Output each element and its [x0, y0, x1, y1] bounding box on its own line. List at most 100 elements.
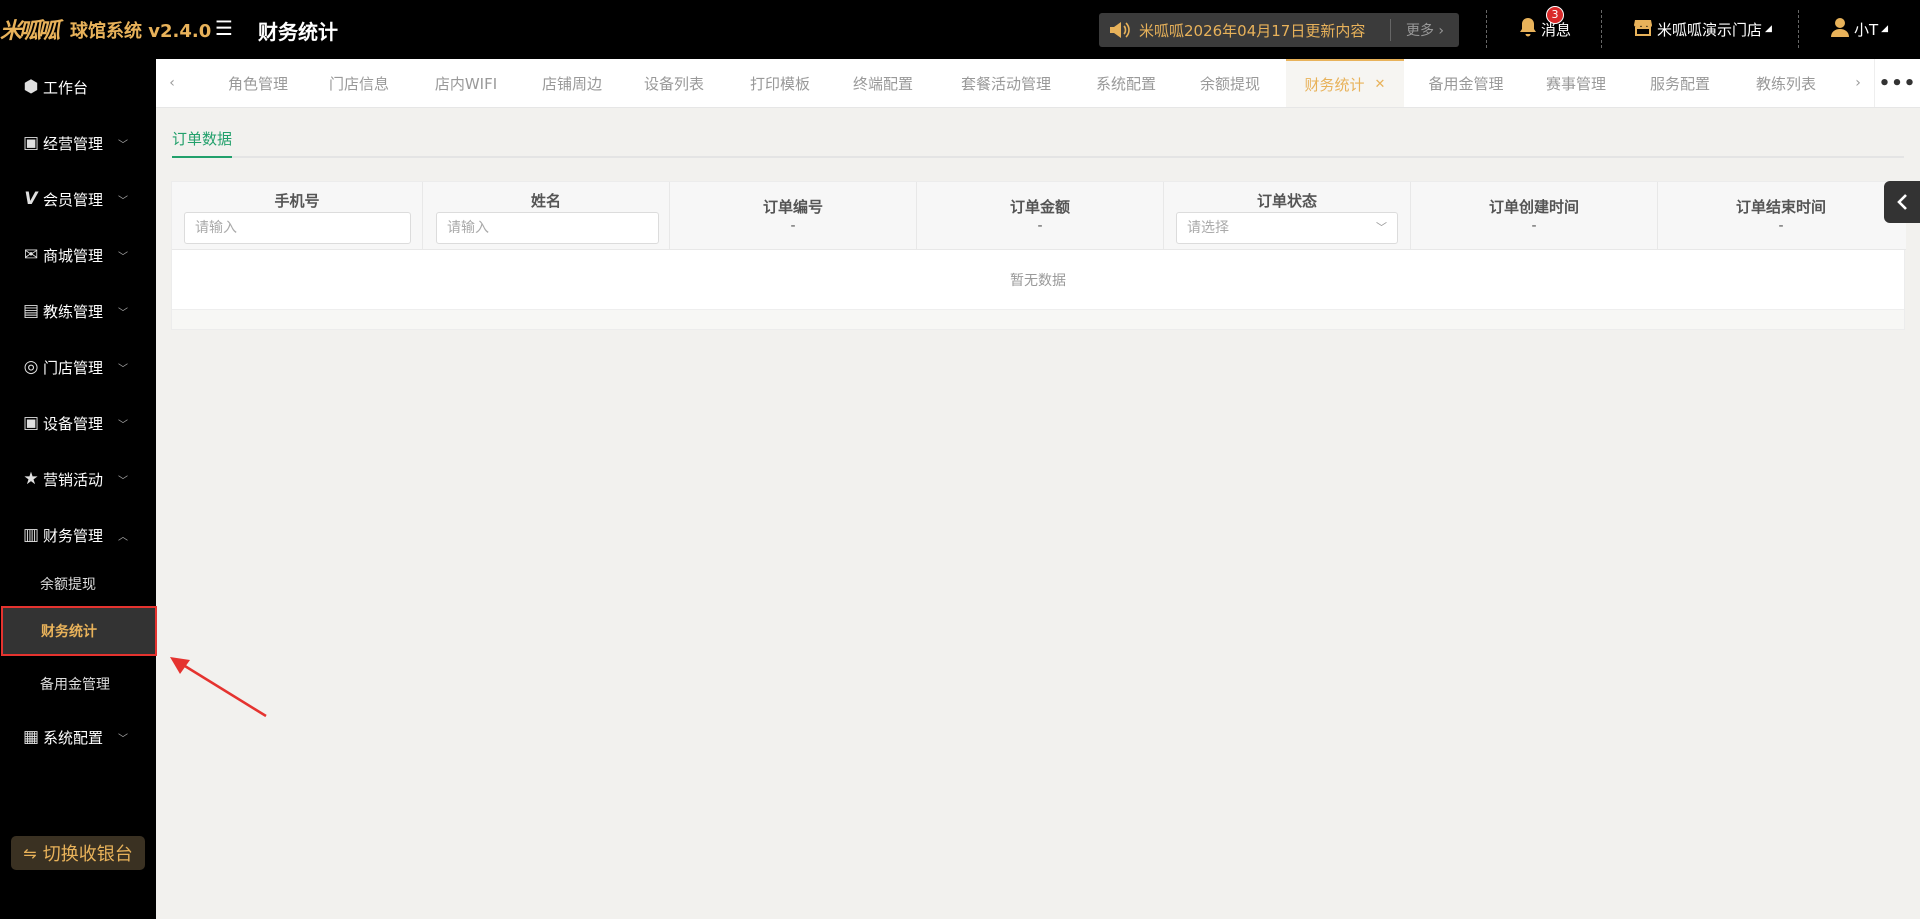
tabs-scroll-left-icon[interactable]: ‹ [156, 59, 188, 107]
app-name: 球馆系统 v2.4.0 [70, 21, 212, 42]
orders-table: 手机号 姓名 订单编号 - 订单金额 - 订单状态 请选择 ﹀ 订单创建时间 -… [171, 181, 1906, 330]
store-icon [1633, 17, 1653, 42]
sidebar-item-label: 教练管理 [43, 302, 104, 321]
close-icon[interactable]: ✕ [1375, 77, 1386, 92]
sidebar-subitem-label: 余额提现 [40, 577, 96, 593]
chevron-down-icon: ﹀ [118, 419, 128, 431]
column-filter-placeholder: - [790, 218, 796, 234]
status-filter-select[interactable]: 请选择 ﹀ [1176, 212, 1398, 244]
sidebar-item-coaches[interactable]: ▤ 教练管理 ﹀ [0, 283, 156, 339]
column-label: 订单创建时间 [1488, 198, 1579, 216]
chevron-down-icon: ﹀ [118, 251, 128, 263]
user-label: 小T [1854, 20, 1879, 39]
sidebar-item-label: 系统配置 [43, 728, 104, 747]
sidebar-item-label: 经营管理 [43, 134, 104, 153]
sidebar-item-members[interactable]: V 会员管理 ﹀ [0, 171, 156, 227]
tab-store-wifi[interactable]: 店内WIFI [410, 59, 522, 107]
sidebar-subitem-petty-cash[interactable]: 备用金管理 [0, 659, 156, 709]
chevron-down-icon: ﹀ [1376, 221, 1387, 234]
user-menu[interactable]: 小T ◢ [1830, 15, 1888, 43]
tab-print-template[interactable]: 打印模板 [730, 59, 830, 107]
tab-device-list[interactable]: 设备列表 [624, 59, 724, 107]
tab-system-config[interactable]: 系统配置 [1076, 59, 1176, 107]
switch-cashier-button[interactable]: ⇋ 切换收银台 [11, 836, 145, 870]
tab-store-info[interactable]: 门店信息 [309, 59, 409, 107]
subtab-order-data[interactable]: 订单数据 [172, 128, 233, 158]
column-order-no: 订单编号 - [670, 182, 917, 250]
sidebar-subitem-withdraw[interactable]: 余额提现 [0, 559, 156, 609]
sidebar-item-label: 门店管理 [43, 358, 104, 377]
chevron-up-icon: ︿ [118, 531, 128, 543]
tabs-scroll-right-icon[interactable]: › [1842, 59, 1874, 107]
table-empty-state: 暂无数据 [172, 250, 1904, 310]
sidebar-item-finance[interactable]: ▥ 财务管理 ︿ [0, 507, 156, 563]
notice-more-link[interactable]: 更多 › [1391, 20, 1459, 40]
annotation-arrow-icon [170, 657, 267, 718]
tab-petty-cash[interactable]: 备用金管理 [1406, 59, 1526, 107]
name-filter-input[interactable] [436, 212, 659, 244]
column-label: 订单结束时间 [1735, 198, 1826, 216]
store-label: 米呱呱演示门店 [1657, 20, 1763, 39]
tab-service-config[interactable]: 服务配置 [1630, 59, 1730, 107]
column-filter-placeholder: - [1778, 218, 1784, 234]
top-header: 米呱呱 球馆系统 v2.4.0 ☰ 财务统计 米呱呱2026年04月17日更新内… [0, 0, 1920, 59]
sidebar-item-shop[interactable]: ✉ 商城管理 ﹀ [0, 227, 156, 283]
chevron-down-icon: ﹀ [118, 733, 128, 745]
logo-text: 米呱呱 [0, 18, 60, 44]
coins-icon: ◎ [23, 357, 39, 377]
notice-text[interactable]: 米呱呱2026年04月17日更新内容 [1139, 20, 1390, 41]
sidebar-item-label: 财务管理 [43, 526, 104, 545]
tab-terminal-config[interactable]: 终端配置 [833, 59, 933, 107]
swap-icon: ⇋ [23, 843, 37, 863]
tab-withdraw[interactable]: 余额提现 [1180, 59, 1280, 107]
content-subtabs: 订单数据 [172, 122, 1904, 158]
messages-count-badge: 3 [1546, 6, 1564, 24]
mail-icon: ✉ [23, 245, 39, 265]
sidebar-subitem-label: 财务统计 [41, 624, 97, 640]
coach-icon: ▤ [22, 301, 40, 321]
star-icon: ★ [23, 469, 39, 489]
more-dots-icon[interactable]: ••• [1874, 59, 1920, 107]
device-icon: ▣ [22, 413, 40, 433]
table-header: 手机号 姓名 订单编号 - 订单金额 - 订单状态 请选择 ﹀ 订单创建时间 -… [172, 182, 1906, 250]
header-divider [1798, 10, 1799, 48]
update-notice[interactable]: 米呱呱2026年04月17日更新内容 更多 › [1099, 13, 1459, 47]
sidebar-item-system-config[interactable]: ▦ 系统配置 ﹀ [0, 709, 156, 765]
column-phone: 手机号 [172, 182, 423, 250]
column-filter-placeholder: - [1037, 218, 1043, 234]
chevron-down-icon: ﹀ [118, 139, 128, 151]
tab-store-nearby[interactable]: 店铺周边 [522, 59, 622, 107]
tab-coach-list[interactable]: 教练列表 [1736, 59, 1836, 107]
sidebar-item-operations[interactable]: ▣ 经营管理 ﹀ [0, 115, 156, 171]
phone-filter-input[interactable] [184, 212, 411, 244]
messages-button[interactable]: 消息 3 [1519, 6, 1571, 43]
sidebar-item-label: 营销活动 [43, 470, 104, 489]
column-label: 订单编号 [762, 198, 823, 216]
header-divider [1601, 10, 1602, 48]
sidebar: ⬢ 工作台 ▣ 经营管理 ﹀ V 会员管理 ﹀ ✉ 商城管理 ﹀ ▤ 教练管理 … [0, 59, 157, 919]
sidebar-item-devices[interactable]: ▣ 设备管理 ﹀ [0, 395, 156, 451]
sidebar-item-stores[interactable]: ◎ 门店管理 ﹀ [0, 339, 156, 395]
store-selector[interactable]: 米呱呱演示门店 ◢ [1633, 15, 1772, 43]
tab-finance-stats[interactable]: 财务统计 ✕ [1286, 59, 1404, 107]
tab-events[interactable]: 赛事管理 [1526, 59, 1626, 107]
column-label: 手机号 [274, 192, 320, 210]
tab-roles[interactable]: 角色管理 [208, 59, 308, 107]
tab-package-activity[interactable]: 套餐活动管理 [941, 59, 1071, 107]
column-created-time: 订单创建时间 - [1411, 182, 1658, 250]
sidebar-item-label: 设备管理 [43, 414, 104, 433]
column-ended-time: 订单结束时间 - [1658, 182, 1904, 250]
panel-collapse-chevron-left-icon[interactable] [1884, 181, 1920, 223]
sidebar-item-workbench[interactable]: ⬢ 工作台 [0, 59, 156, 115]
chevron-down-icon: ﹀ [118, 363, 128, 375]
sidebar-item-marketing[interactable]: ★ 营销活动 ﹀ [0, 451, 156, 507]
user-icon [1830, 17, 1850, 42]
column-amount: 订单金额 - [917, 182, 1164, 250]
chevron-down-icon: ﹀ [118, 195, 128, 207]
column-label: 订单金额 [1009, 198, 1070, 216]
sidebar-subitem-finance-stats[interactable]: 财务统计 [1, 606, 157, 656]
grid-icon: ▦ [22, 727, 40, 747]
menu-collapse-icon[interactable]: ☰ [215, 16, 235, 40]
column-label: 订单状态 [1256, 192, 1317, 210]
tabs-bar: ‹ 角色管理 门店信息 店内WIFI 店铺周边 设备列表 打印模板 终端配置 套… [156, 59, 1920, 108]
